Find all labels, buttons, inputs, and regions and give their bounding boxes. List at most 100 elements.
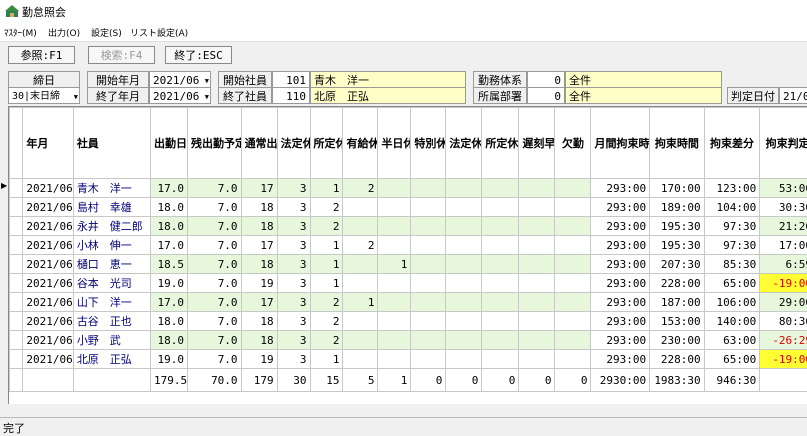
column-header[interactable]: 出勤日数: [151, 108, 188, 179]
menu-list-settings[interactable]: リスト設定(A): [130, 26, 188, 39]
table-row[interactable]: 2021/06小野 武18.07.01832293:00230:0063:00-…: [10, 331, 807, 350]
column-header[interactable]: 所定休出: [482, 108, 519, 179]
employee-name-cell: 山下 洋一: [73, 293, 150, 312]
judge-cell: -26:29: [760, 331, 807, 350]
judge-cell: 53:00: [760, 179, 807, 198]
close-day-select[interactable]: 30|末日締▼: [8, 87, 80, 104]
days-cell: 17.0: [151, 179, 188, 198]
legal-hol-cell: 3: [277, 274, 310, 293]
judge-date-input[interactable]: 21/06: [779, 87, 807, 104]
menu-settings[interactable]: 設定(S): [91, 26, 122, 39]
column-header[interactable]: 社員: [73, 108, 150, 179]
window-title: 勤怠照会: [22, 4, 66, 20]
row-header-cell: [10, 331, 23, 350]
days-cell: 17.0: [151, 293, 188, 312]
column-header[interactable]: 所定休日: [310, 108, 343, 179]
menu-master[interactable]: ﾏｽﾀｰ(M): [4, 26, 37, 39]
exit-button[interactable]: 終了:ESC: [165, 46, 232, 64]
column-header[interactable]: 通常出勤: [241, 108, 277, 179]
legal-hol-cell: 3: [277, 236, 310, 255]
total-normal-cell: 179: [241, 369, 277, 392]
normal-cell: 18: [241, 312, 277, 331]
column-header[interactable]: 年月: [23, 108, 73, 179]
monthly-cell: 293:00: [591, 331, 650, 350]
column-header[interactable]: 拘束判定: [760, 108, 807, 179]
diff-cell: 65:00: [704, 350, 760, 369]
table-row[interactable]: 2021/06樋口 恵一18.57.018311293:00207:3085:3…: [10, 255, 807, 274]
column-header[interactable]: 有給休暇: [343, 108, 378, 179]
attendance-grid[interactable]: 年月社員出勤日数残出勤予定日数通常出勤法定休日所定休日有給休暇半日休暇特別休暇法…: [8, 106, 807, 404]
end-emp-code-input[interactable]: 110: [272, 87, 310, 104]
column-header[interactable]: 月間拘束時間: [591, 108, 650, 179]
menu-output[interactable]: 出力(O): [48, 26, 80, 39]
row-header-cell: [10, 350, 23, 369]
total-absent-cell: 0: [555, 369, 591, 392]
judge-cell: 80:30: [760, 312, 807, 331]
sched-hol-cell: 2: [310, 312, 343, 331]
legal-hol-cell: 3: [277, 217, 310, 236]
work-system-code-input[interactable]: 0: [527, 71, 565, 88]
legal-hol-cell: 3: [277, 255, 310, 274]
half-cell: [378, 217, 411, 236]
dept-name: 全件: [565, 87, 722, 104]
table-row[interactable]: 2021/06青木 洋一17.07.017312293:00170:00123:…: [10, 179, 807, 198]
dept-code-input[interactable]: 0: [527, 87, 565, 104]
normal-cell: 18: [241, 217, 277, 236]
legal-hol-cell: 3: [277, 350, 310, 369]
start-ym-select[interactable]: 2021/06▼: [149, 71, 211, 88]
column-header[interactable]: 残出勤予定日数: [188, 108, 242, 179]
column-header[interactable]: 法定休日: [277, 108, 310, 179]
table-row[interactable]: 2021/06谷本 光司19.07.01931293:00228:0065:00…: [10, 274, 807, 293]
column-header[interactable]: 遅刻早退: [519, 108, 555, 179]
total-days-cell: 179.5: [151, 369, 188, 392]
absent-cell: [555, 331, 591, 350]
start-emp-name: 青木 洋一: [310, 71, 466, 88]
start-emp-code-input[interactable]: 101: [272, 71, 310, 88]
start-ym-label: 開始年月: [87, 71, 149, 88]
total-special-cell: 0: [411, 369, 446, 392]
column-header[interactable]: 欠勤: [555, 108, 591, 179]
table-row[interactable]: 2021/06山下 洋一17.07.017321293:00187:00106:…: [10, 293, 807, 312]
total-late-cell: 0: [519, 369, 555, 392]
remain-cell: 7.0: [188, 198, 242, 217]
judge-cell: 21:26: [760, 217, 807, 236]
bind-cell: 170:00: [650, 179, 705, 198]
grid-header-row: 年月社員出勤日数残出勤予定日数通常出勤法定休日所定休日有給休暇半日休暇特別休暇法…: [10, 108, 807, 179]
days-cell: 19.0: [151, 274, 188, 293]
table-row[interactable]: 2021/06古谷 正也18.07.01832293:00153:00140:0…: [10, 312, 807, 331]
sched-work-cell: [482, 198, 519, 217]
diff-cell: 123:00: [704, 179, 760, 198]
total-monthly-cell: 2930:00: [591, 369, 650, 392]
special-cell: [411, 217, 446, 236]
column-header[interactable]: 特別休暇: [411, 108, 446, 179]
table-row[interactable]: 2021/06永井 健二郎18.07.01832293:00195:3097:3…: [10, 217, 807, 236]
search-button[interactable]: 検索:F4: [88, 46, 155, 64]
work-system-label: 勤務体系: [473, 71, 527, 88]
column-header[interactable]: 法定休出: [446, 108, 482, 179]
late-cell: [519, 312, 555, 331]
row-header-cell: [10, 217, 23, 236]
column-header[interactable]: 拘束時間: [650, 108, 705, 179]
year-month-cell: 2021/06: [23, 331, 73, 350]
legal-work-cell: [446, 179, 482, 198]
legal-hol-cell: 3: [277, 312, 310, 331]
days-cell: 18.0: [151, 331, 188, 350]
table-row[interactable]: 2021/06北原 正弘19.07.01931293:00228:0065:00…: [10, 350, 807, 369]
app-icon: [5, 4, 19, 18]
normal-cell: 18: [241, 198, 277, 217]
reference-button[interactable]: 参照:F1: [8, 46, 75, 64]
column-header[interactable]: 拘束差分: [704, 108, 760, 179]
close-day-value: 30|末日締: [12, 91, 60, 102]
table-row[interactable]: 2021/06小林 伸一17.07.017312293:00195:3097:3…: [10, 236, 807, 255]
year-month-cell: 2021/06: [23, 293, 73, 312]
days-cell: 18.0: [151, 312, 188, 331]
employee-name-cell: 小野 武: [73, 331, 150, 350]
diff-cell: 63:00: [704, 331, 760, 350]
special-cell: [411, 312, 446, 331]
absent-cell: [555, 198, 591, 217]
judge-date-label: 判定日付: [727, 87, 779, 104]
end-ym-select[interactable]: 2021/06▼: [149, 87, 211, 104]
paid-cell: 2: [343, 236, 378, 255]
table-row[interactable]: 2021/06島村 幸雄18.07.01832293:00189:00104:0…: [10, 198, 807, 217]
column-header[interactable]: 半日休暇: [378, 108, 411, 179]
